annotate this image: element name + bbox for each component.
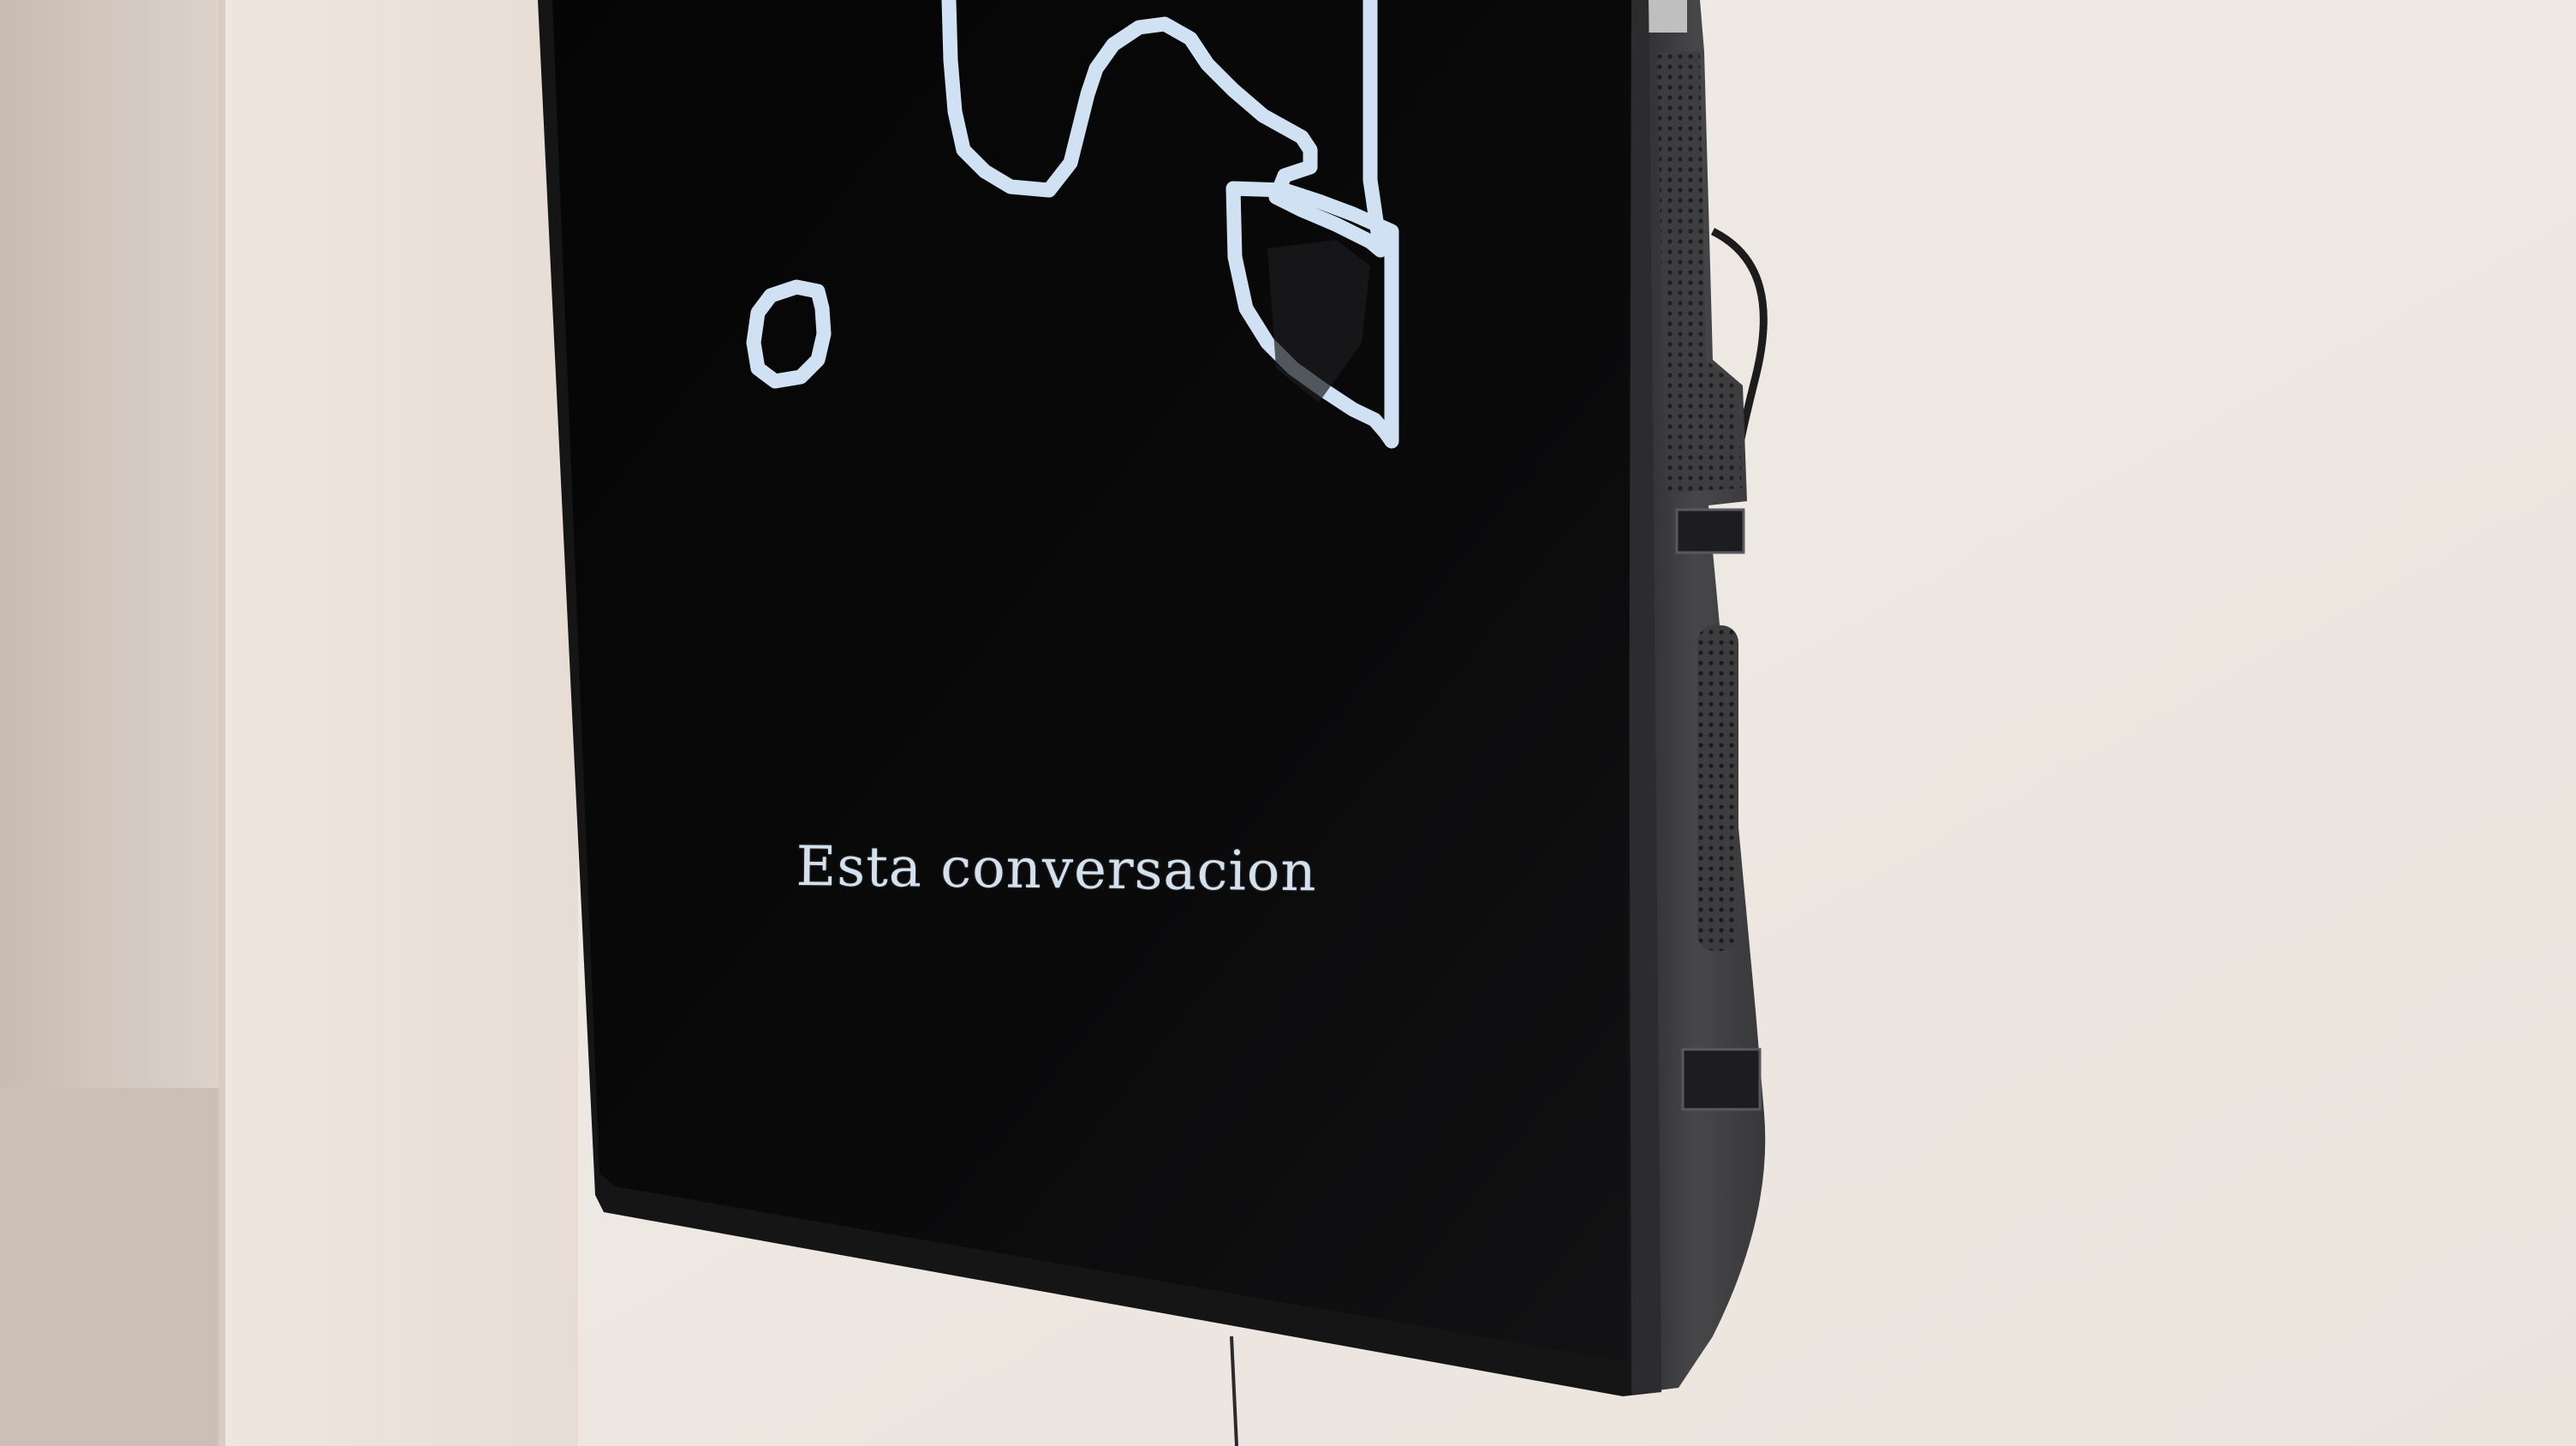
rear-tag — [1649, 0, 1687, 33]
rear-label-2 — [1681, 1048, 1762, 1111]
tv-screen — [552, 0, 1631, 1362]
rear-label-1 — [1675, 508, 1745, 554]
pillar-edge — [218, 0, 225, 1446]
screen-caption: Esta conversacion — [796, 835, 1318, 905]
vent-grille-lower — [1697, 625, 1738, 951]
pillar — [218, 0, 578, 1446]
photo-scene — [0, 0, 2576, 1446]
